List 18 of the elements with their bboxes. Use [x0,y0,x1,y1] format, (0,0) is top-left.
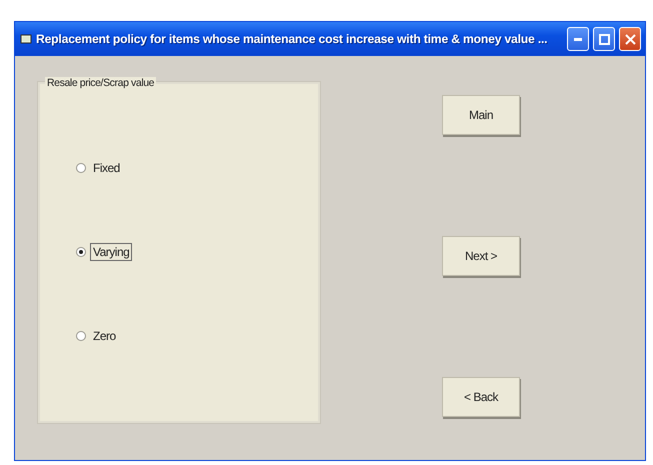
dialog-button[interactable]: < Back [442,377,520,417]
minimize-icon [574,38,582,40]
radio-label[interactable]: Varying [90,243,132,261]
maximize-icon [598,34,610,44]
dialog-button[interactable]: Next > [442,236,520,276]
radio-button[interactable] [76,247,86,257]
close-button[interactable] [619,27,641,51]
radio-label[interactable]: Zero [90,327,119,345]
window-title: Replacement policy for items whose maintenance cost increase with time & money value ... [36,32,548,46]
maximize-button[interactable] [593,27,615,51]
minimize-button[interactable] [567,27,589,51]
app-icon [20,33,32,45]
dialog-button[interactable]: Main [442,95,520,135]
radio-button[interactable] [76,163,86,173]
radio-button[interactable] [76,331,86,341]
group-label: Resale price/Scrap value [45,77,156,89]
radio-label[interactable]: Fixed [90,159,123,177]
close-icon [624,34,636,44]
